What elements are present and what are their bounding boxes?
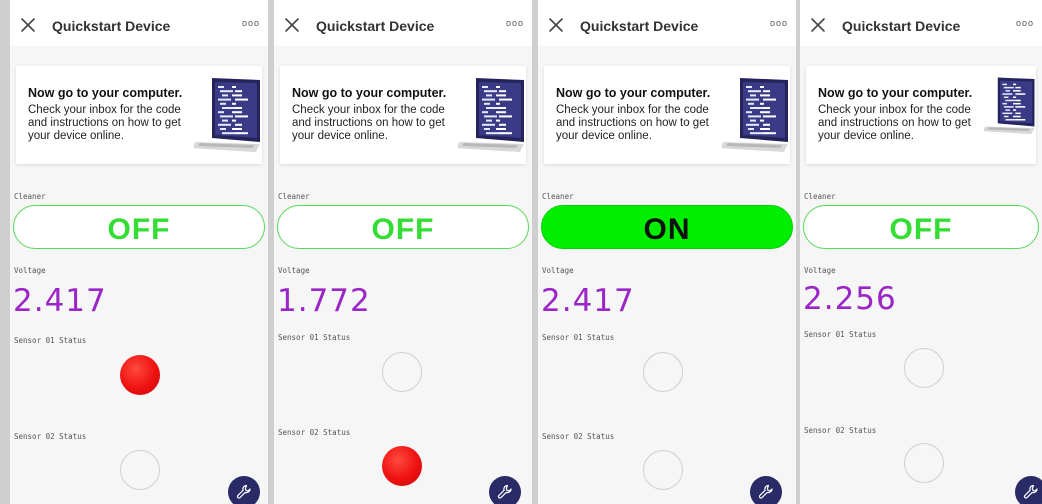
card-body: Check your inbox for the code and instru…: [818, 104, 971, 142]
wrench-icon: [1023, 484, 1038, 499]
app-header: Quickstart Device ooo: [538, 0, 796, 46]
cleaner-toggle[interactable]: OFF: [277, 205, 529, 249]
wrench-icon: [497, 484, 512, 499]
wrench-icon: [236, 484, 251, 499]
app-header: Quickstart Device ooo: [10, 0, 268, 46]
laptop-code-icon: [190, 76, 262, 156]
card-title: Now go to your computer.: [556, 86, 711, 100]
more-options-button[interactable]: ooo: [770, 18, 788, 28]
voltage-value: 2.256: [803, 281, 897, 317]
sensor-02-label: Sensor 02 Status: [278, 428, 351, 437]
laptop-code-icon: [718, 76, 790, 156]
sensor-02-label: Sensor 02 Status: [14, 432, 87, 441]
sensor-02-label: Sensor 02 Status: [542, 432, 615, 441]
app-header: Quickstart Device ooo: [800, 0, 1042, 46]
close-icon: [549, 18, 563, 32]
cleaner-toggle[interactable]: OFF: [13, 205, 265, 249]
cleaner-state-text: OFF: [889, 213, 953, 246]
cleaner-label: Cleaner: [804, 192, 836, 201]
sensor-02-indicator: [382, 446, 422, 486]
instruction-card: Now go to your computer. Check your inbox…: [16, 66, 262, 164]
sensor-01-label: Sensor 01 Status: [804, 330, 877, 339]
settings-fab-button[interactable]: [1015, 476, 1042, 504]
cleaner-label: Cleaner: [542, 192, 574, 201]
close-icon: [811, 18, 825, 32]
instruction-card: Now go to your computer. Check your inbox…: [544, 66, 790, 164]
wrench-icon: [758, 484, 773, 499]
sensor-01-indicator: [643, 352, 683, 392]
cleaner-state-text: OFF: [107, 213, 171, 246]
sensor-02-label: Sensor 02 Status: [804, 426, 877, 435]
card-title: Now go to your computer.: [28, 86, 183, 100]
phone-screen-3: Quickstart Device ooo Now go to your compu…: [538, 0, 796, 504]
voltage-label: Voltage: [278, 266, 310, 275]
sensor-02-indicator: [643, 450, 683, 490]
close-icon: [21, 18, 35, 32]
cleaner-toggle[interactable]: OFF: [803, 205, 1039, 249]
app-header: Quickstart Device ooo: [274, 0, 532, 46]
settings-fab-button[interactable]: [750, 476, 782, 504]
card-title: Now go to your computer.: [292, 86, 447, 100]
settings-fab-button[interactable]: [489, 476, 521, 504]
phone-screen-1: Quickstart Device ooo Now go to your compu…: [10, 0, 268, 504]
voltage-label: Voltage: [542, 266, 574, 275]
instruction-card: Now go to your computer. Check your inbox…: [806, 66, 1036, 164]
close-button[interactable]: [281, 14, 303, 36]
cleaner-label: Cleaner: [14, 192, 46, 201]
laptop-code-icon: [980, 76, 1036, 156]
cleaner-state-text: ON: [643, 213, 691, 246]
close-icon: [285, 18, 299, 32]
sensor-01-label: Sensor 01 Status: [542, 333, 615, 342]
voltage-value: 2.417: [541, 283, 635, 319]
sensor-01-label: Sensor 01 Status: [14, 336, 87, 345]
sensor-01-indicator: [120, 355, 160, 395]
cleaner-toggle[interactable]: ON: [541, 205, 793, 249]
sensor-01-label: Sensor 01 Status: [278, 333, 351, 342]
phone-screen-2: Quickstart Device ooo Now go to your compu…: [274, 0, 532, 504]
more-options-button[interactable]: ooo: [506, 18, 524, 28]
voltage-label: Voltage: [804, 266, 836, 275]
card-title: Now go to your computer.: [818, 86, 973, 100]
voltage-value: 2.417: [13, 283, 107, 319]
card-body: Check your inbox for the code and instru…: [28, 104, 181, 142]
close-button[interactable]: [17, 14, 39, 36]
more-options-button[interactable]: ooo: [242, 18, 260, 28]
sensor-02-indicator: [904, 443, 944, 483]
laptop-code-icon: [454, 76, 526, 156]
phone-screen-4: Quickstart Device ooo Now go to your compu…: [800, 0, 1042, 504]
close-button[interactable]: [807, 14, 829, 36]
card-body: Check your inbox for the code and instru…: [556, 104, 709, 142]
cleaner-state-text: OFF: [371, 213, 435, 246]
instruction-card: Now go to your computer. Check your inbox…: [280, 66, 526, 164]
close-button[interactable]: [545, 14, 567, 36]
cleaner-label: Cleaner: [278, 192, 310, 201]
voltage-label: Voltage: [14, 266, 46, 275]
card-body: Check your inbox for the code and instru…: [292, 104, 445, 142]
page-title: Quickstart Device: [580, 18, 699, 34]
sensor-01-indicator: [904, 348, 944, 388]
page-title: Quickstart Device: [842, 18, 961, 34]
screenshot-composite: Quickstart Device ooo Now go to your compu…: [0, 0, 1042, 504]
page-title: Quickstart Device: [52, 18, 171, 34]
sensor-01-indicator: [382, 352, 422, 392]
settings-fab-button[interactable]: [228, 476, 260, 504]
voltage-value: 1.772: [277, 283, 371, 319]
sensor-02-indicator: [120, 450, 160, 490]
more-options-button[interactable]: ooo: [1016, 18, 1034, 28]
page-title: Quickstart Device: [316, 18, 435, 34]
